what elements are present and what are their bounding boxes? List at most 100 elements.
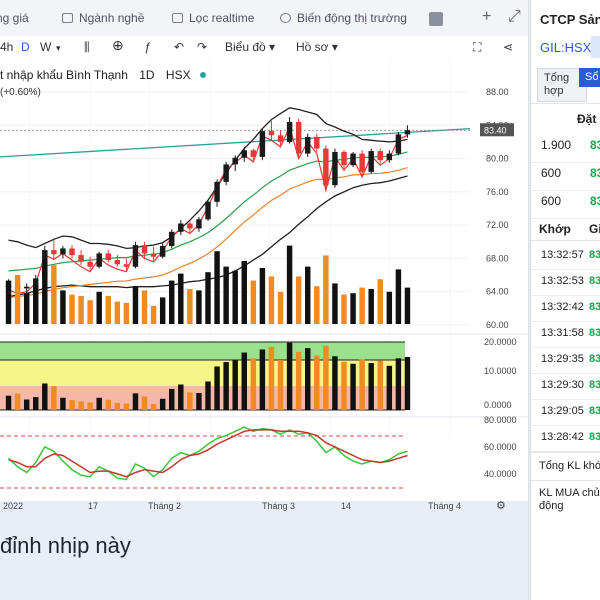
- ticker-menu-icon[interactable]: [591, 36, 600, 58]
- indicator1-bar: [259, 349, 266, 410]
- order-volume: 600: [541, 194, 562, 208]
- indicator1-bar: [178, 384, 184, 410]
- volume-bar: [259, 268, 266, 324]
- filter-icon: [172, 13, 183, 23]
- active-buy-label: KL MUA chủ động: [539, 487, 600, 512]
- trade-price: 83: [589, 301, 600, 313]
- volume-bar: [78, 296, 84, 324]
- undo-icon[interactable]: ↶: [174, 40, 184, 54]
- x-tick: Tháng 2: [148, 501, 182, 511]
- indicator2-tick: 60.0000: [484, 442, 517, 452]
- indicator1-upper-zone: [0, 342, 405, 360]
- candle-body: [341, 151, 347, 166]
- share-icon[interactable]: ⋖: [503, 40, 513, 54]
- candle-body: [169, 231, 175, 246]
- volume-bar: [105, 296, 111, 324]
- indicator1-bar: [250, 358, 257, 410]
- volume-bar: [223, 266, 229, 324]
- change-percent: (+0.60%): [0, 87, 41, 98]
- indicator1-bar: [305, 348, 311, 410]
- price-tick: 64.00: [486, 287, 509, 297]
- candle-body: [178, 223, 184, 232]
- x-tick: 2022: [3, 501, 24, 511]
- pie-icon: [280, 13, 291, 23]
- function-icon[interactable]: ƒ: [144, 40, 151, 54]
- interval-4h[interactable]: 4h: [0, 40, 13, 54]
- candles-icon[interactable]: ⫼: [84, 40, 90, 55]
- interval-day[interactable]: D: [21, 40, 30, 54]
- trade-row: 13:31:58 83: [531, 321, 600, 348]
- volume-bar: [404, 287, 411, 324]
- symbol-name: t nhập khẩu Bình Thạnh: [0, 68, 128, 82]
- trade-price: 83: [589, 249, 600, 261]
- x-tick: Tháng 4: [428, 501, 462, 511]
- nav-market-movement[interactable]: Biến động thị trường: [280, 11, 407, 25]
- add-tab-button[interactable]: +: [482, 9, 491, 25]
- indicator1-bar: [268, 346, 275, 410]
- indicator1-bar: [169, 388, 175, 410]
- volume-bar: [187, 289, 193, 324]
- company-title: CTCP Sản: [540, 12, 600, 27]
- x-tick: 17: [88, 501, 99, 511]
- volume-bar: [132, 286, 139, 324]
- volume-bar: [341, 294, 347, 324]
- indicator1-bar: [23, 399, 30, 410]
- add-indicator-icon[interactable]: ⊕: [112, 37, 124, 54]
- indicator1-bar: [69, 400, 75, 410]
- candle-body: [404, 130, 411, 135]
- volume-bar: [277, 291, 284, 324]
- volume-bar: [123, 303, 130, 324]
- indicator1-bar: [14, 393, 21, 410]
- redo-icon[interactable]: ↷: [197, 40, 207, 54]
- profile-select[interactable]: Hồ sơ ▾: [296, 40, 338, 54]
- indicator1-bar: [5, 395, 12, 410]
- indicator1-bar: [404, 356, 411, 410]
- volume-bar: [169, 280, 175, 324]
- indicator1-bar: [87, 402, 93, 410]
- indicator1-bar: [51, 386, 57, 410]
- expand-icon[interactable]: ⤢: [508, 9, 521, 25]
- volume-bar: [51, 265, 57, 324]
- indicator1-bar: [33, 397, 39, 410]
- indicator1-bar: [114, 402, 121, 410]
- volume-bar: [377, 279, 383, 324]
- candle-body: [305, 136, 311, 154]
- stock-chart[interactable]: 88.0084.0080.0076.0072.0068.0064.0060.00…: [0, 58, 528, 501]
- indicator1-bar: [123, 403, 130, 410]
- nav-price-board[interactable]: ng giá: [0, 11, 29, 25]
- volume-bar: [96, 291, 102, 324]
- top-nav: ng giá Ngành nghề Lọc realtime Biến động…: [0, 0, 528, 37]
- price-tick: 60.00: [486, 320, 509, 330]
- chart-type-select[interactable]: Biểu đồ ▾: [225, 40, 275, 54]
- volume-bar: [314, 286, 320, 324]
- volume-bar: [395, 269, 402, 324]
- indicator1-bar: [323, 345, 329, 410]
- volume-bar: [5, 280, 12, 324]
- indicator1-bar: [150, 403, 157, 410]
- fullscreen-icon[interactable]: ⛶: [473, 40, 481, 55]
- nav-realtime-filter[interactable]: Lọc realtime: [172, 11, 254, 25]
- volume-bar: [368, 289, 374, 324]
- settings-icon[interactable]: ⚙: [496, 499, 506, 512]
- indicator1-bar: [386, 365, 393, 410]
- volume-bar: [323, 255, 329, 324]
- candle-body: [232, 157, 238, 165]
- symbol-interval: 1D: [139, 68, 155, 82]
- nav-industry[interactable]: Ngành nghề: [62, 11, 144, 25]
- trade-row: 13:32:42 83: [531, 295, 600, 322]
- candle-body: [395, 134, 402, 154]
- tab-orderbook[interactable]: Sổ lệ: [579, 68, 600, 87]
- ticker-label[interactable]: GIL:HSX: [540, 40, 591, 55]
- menu-icon[interactable]: [429, 12, 443, 26]
- indicator1-bar: [60, 397, 66, 410]
- volume-bar: [114, 301, 121, 324]
- candle-body: [23, 286, 30, 289]
- indicator1-bar: [332, 356, 338, 410]
- chevron-down-icon[interactable]: ▾: [56, 43, 61, 54]
- candle-body: [377, 151, 383, 161]
- indicator1-bar: [159, 398, 166, 410]
- interval-week[interactable]: W: [40, 40, 51, 54]
- volume-bar: [350, 293, 356, 324]
- trade-price: 83: [589, 327, 600, 339]
- candle-body: [205, 201, 211, 220]
